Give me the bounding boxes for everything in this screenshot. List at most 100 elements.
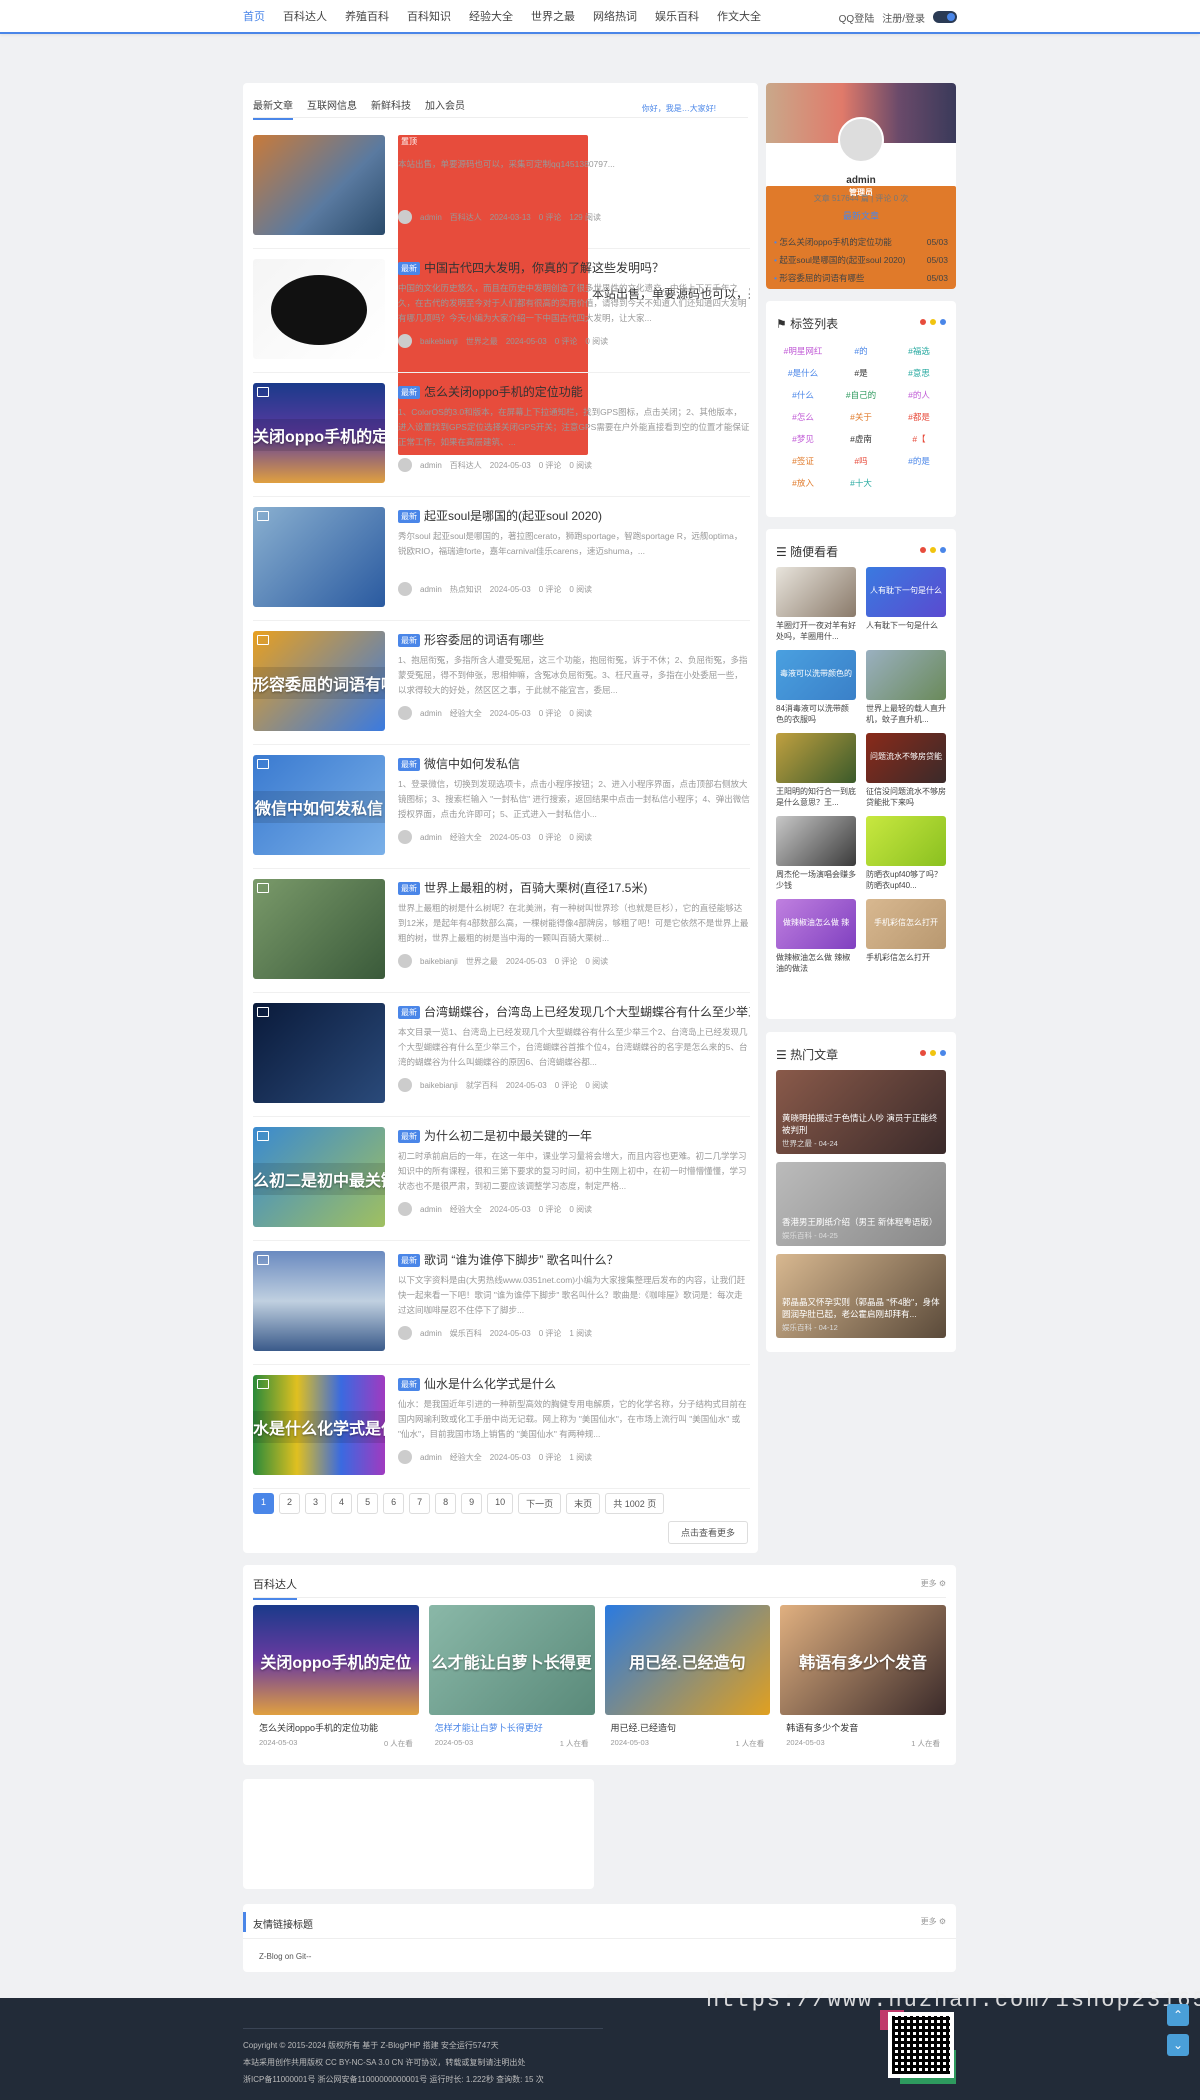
expert-card-title[interactable]: 用已经.已经造句 bbox=[611, 1721, 765, 1734]
page-button[interactable]: 10 bbox=[487, 1493, 514, 1514]
avatar[interactable] bbox=[838, 117, 884, 163]
tag-link[interactable]: #明星网红 bbox=[774, 345, 832, 357]
tag-link[interactable]: #的是 bbox=[890, 455, 948, 467]
post-author[interactable]: baikebianji bbox=[420, 1081, 458, 1090]
post-cat[interactable]: 百科达人 bbox=[450, 212, 482, 223]
dark-mode-toggle[interactable] bbox=[933, 11, 957, 23]
icp-text[interactable]: 浙ICP备11000001号 浙公网安备11000000000001号 运行时长… bbox=[243, 2074, 544, 2085]
random-post-thumbnail[interactable]: 做辣椒油怎么做 辣 bbox=[776, 899, 856, 949]
expert-card[interactable]: 么才能让白萝卜长得更 怎样才能让白萝卜长得更好 2024-05-03 1 人在看 bbox=[428, 1605, 595, 1749]
post-author[interactable]: admin bbox=[420, 709, 442, 718]
random-post-title[interactable]: 防晒衣upf40够了吗？防晒衣upf40... bbox=[866, 869, 946, 891]
tag-link[interactable]: #的 bbox=[832, 345, 890, 357]
post-title-text[interactable]: 形容委屈的词语有哪些 bbox=[424, 633, 544, 647]
post-title-text[interactable]: 为什么初二是初中最关键的一年 bbox=[424, 1129, 592, 1143]
latest-article-item[interactable]: 怎么关闭oppo手机的定位功能 05/03 bbox=[774, 233, 948, 251]
page-button[interactable]: 3 bbox=[305, 1493, 327, 1514]
profile-name[interactable]: admin bbox=[846, 175, 875, 186]
post-title-text[interactable]: 怎么关闭oppo手机的定位功能 bbox=[424, 385, 583, 399]
more-link[interactable]: 更多 ⚙ bbox=[921, 1578, 946, 1589]
tag-link[interactable]: #都是 bbox=[890, 411, 948, 423]
nav-item[interactable]: 世界之最 bbox=[531, 0, 575, 34]
random-post-title[interactable]: 手机彩信怎么打开 bbox=[866, 952, 946, 974]
tag-link[interactable]: #十大 bbox=[832, 477, 890, 489]
post-cat[interactable]: 百科达人 bbox=[450, 460, 482, 471]
post-cat[interactable]: 世界之最 bbox=[466, 336, 498, 347]
nav-item[interactable]: 养殖百科 bbox=[345, 0, 389, 34]
post-author[interactable]: baikebianji bbox=[420, 957, 458, 966]
random-post-thumbnail[interactable] bbox=[776, 816, 856, 866]
tag-link[interactable]: #什么 bbox=[774, 389, 832, 401]
post-title[interactable]: 最新 为什么初二是初中最关键的一年 bbox=[398, 1127, 750, 1144]
post-author[interactable]: admin bbox=[420, 585, 442, 594]
post-title-text[interactable]: 中国古代四大发明，你真的了解这些发明吗？ bbox=[424, 261, 664, 275]
post-title-text[interactable]: 歌词 “谁为谁停下脚步” 歌名叫什么？ bbox=[424, 1253, 619, 1267]
hot-post-title[interactable]: 香港男王刷纸介绍（男王 新体程粤语版） bbox=[782, 1216, 940, 1228]
hot-post-item[interactable]: 黄晓明拍摄过于色情让人吵 演员于正能终被判刑 世界之最 - 04-24 bbox=[776, 1070, 946, 1154]
post-title[interactable]: 最新 微信中如何发私信 bbox=[398, 755, 750, 772]
post-title[interactable]: 最新 中国古代四大发明，你真的了解这些发明吗？ bbox=[398, 259, 750, 276]
post-title-text[interactable]: 微信中如何发私信 bbox=[424, 757, 520, 771]
qq-login-link[interactable]: QQ登陆 bbox=[839, 10, 875, 25]
page-button[interactable]: 共 1002 页 bbox=[605, 1493, 665, 1514]
random-post-title[interactable]: 周杰伦一场演唱会赚多少钱 bbox=[776, 869, 856, 891]
random-post-title[interactable]: 84消毒液可以洗带颜色的衣服吗 bbox=[776, 703, 856, 725]
hot-post-title[interactable]: 黄晓明拍摄过于色情让人吵 演员于正能终被判刑 bbox=[782, 1112, 940, 1136]
expert-card-thumbnail[interactable]: 么才能让白萝卜长得更 bbox=[428, 1605, 595, 1715]
page-button[interactable]: 5 bbox=[357, 1493, 379, 1514]
page-button[interactable]: 1 bbox=[253, 1493, 275, 1514]
random-post-title[interactable]: 做辣椒油怎么做 辣椒油的做法 bbox=[776, 952, 856, 974]
post-title[interactable]: 最新 形容委屈的词语有哪些 bbox=[398, 631, 750, 648]
author-avatar[interactable] bbox=[398, 830, 412, 844]
random-post-item[interactable]: 问题流水不够房贷能征信没问题流水不够房贷能批下来吗 bbox=[866, 733, 946, 808]
register-login-link[interactable]: 注册/登录 bbox=[882, 10, 925, 25]
nav-item[interactable]: 百科知识 bbox=[407, 0, 451, 34]
nav-item[interactable]: 经验大全 bbox=[469, 0, 513, 34]
post-thumbnail[interactable] bbox=[253, 259, 385, 359]
page-button[interactable]: 4 bbox=[331, 1493, 353, 1514]
author-avatar[interactable] bbox=[398, 582, 412, 596]
latest-article-item[interactable]: 形容委屈的词语有哪些 05/03 bbox=[774, 269, 948, 287]
page-button[interactable]: 末页 bbox=[566, 1493, 601, 1514]
page-button[interactable]: 2 bbox=[279, 1493, 301, 1514]
expert-card[interactable]: 韩语有多少个发音 韩语有多少个发音 2024-05-03 1 人在看 bbox=[780, 1605, 946, 1749]
random-post-thumbnail[interactable] bbox=[866, 650, 946, 700]
author-avatar[interactable] bbox=[398, 1078, 412, 1092]
tag-link[interactable]: #福选 bbox=[890, 345, 948, 357]
random-post-thumbnail[interactable] bbox=[776, 733, 856, 783]
random-post-title[interactable]: 世界上最轻的载人直升机，蚊子直升机... bbox=[866, 703, 946, 725]
post-cat[interactable]: 经验大全 bbox=[450, 708, 482, 719]
author-avatar[interactable] bbox=[398, 334, 412, 348]
post-thumbnail[interactable] bbox=[253, 507, 385, 607]
post-title-text[interactable]: 起亚soul是哪国的(起亚soul 2020) bbox=[424, 509, 602, 523]
tag-link[interactable]: #自己的 bbox=[832, 389, 890, 401]
post-title[interactable]: 最新 歌词 “谁为谁停下脚步” 歌名叫什么？ bbox=[398, 1251, 750, 1268]
post-thumbnail[interactable] bbox=[253, 1003, 385, 1103]
tag-link[interactable]: #放入 bbox=[774, 477, 832, 489]
nav-item[interactable]: 百科达人 bbox=[283, 0, 327, 34]
post-author[interactable]: baikebianji bbox=[420, 337, 458, 346]
random-post-item[interactable]: 世界上最轻的载人直升机，蚊子直升机... bbox=[866, 650, 946, 725]
page-button[interactable]: 9 bbox=[461, 1493, 483, 1514]
random-post-title[interactable]: 征信没问题流水不够房贷能批下来吗 bbox=[866, 786, 946, 808]
post-cat[interactable]: 经验大全 bbox=[450, 1204, 482, 1215]
post-thumbnail[interactable]: 么初二是初中最关键的 bbox=[253, 1127, 385, 1227]
tag-link[interactable]: #怎么 bbox=[774, 411, 832, 423]
tag-link[interactable]: #是 bbox=[832, 367, 890, 379]
load-more-button[interactable]: 点击查看更多 bbox=[667, 1521, 748, 1544]
random-post-thumbnail[interactable]: 问题流水不够房贷能 bbox=[866, 733, 946, 783]
expert-card[interactable]: 关闭oppo手机的定位 怎么关闭oppo手机的定位功能 2024-05-03 0 人在… bbox=[253, 1605, 419, 1749]
post-cat[interactable]: 娱乐百科 bbox=[450, 1328, 482, 1339]
post-title-text[interactable]: 台湾蝴蝶谷，台湾岛上已经发现几个大型蝴蝶谷有什么至少举三个 bbox=[424, 1005, 750, 1019]
post-title[interactable]: 最新 台湾蝴蝶谷，台湾岛上已经发现几个大型蝴蝶谷有什么至少举三个 bbox=[398, 1003, 750, 1020]
post-thumbnail[interactable]: 微信中如何发私信 bbox=[253, 755, 385, 855]
post-author[interactable]: admin bbox=[420, 461, 442, 470]
random-post-item[interactable]: 人有耽下一句是什么 人有耽下一句是什么 bbox=[866, 567, 946, 642]
post-cat[interactable]: 经验大全 bbox=[450, 832, 482, 843]
author-avatar[interactable] bbox=[398, 954, 412, 968]
post-title-text[interactable]: 世界上最粗的树，百骑大栗树(直径17.5米) bbox=[424, 881, 647, 895]
tag-link[interactable]: #【 bbox=[890, 433, 948, 445]
scroll-top-button[interactable]: ⌃ bbox=[1167, 2004, 1189, 2026]
scroll-bottom-button[interactable]: ⌄ bbox=[1167, 2034, 1189, 2056]
tag-link[interactable]: #梦见 bbox=[774, 433, 832, 445]
